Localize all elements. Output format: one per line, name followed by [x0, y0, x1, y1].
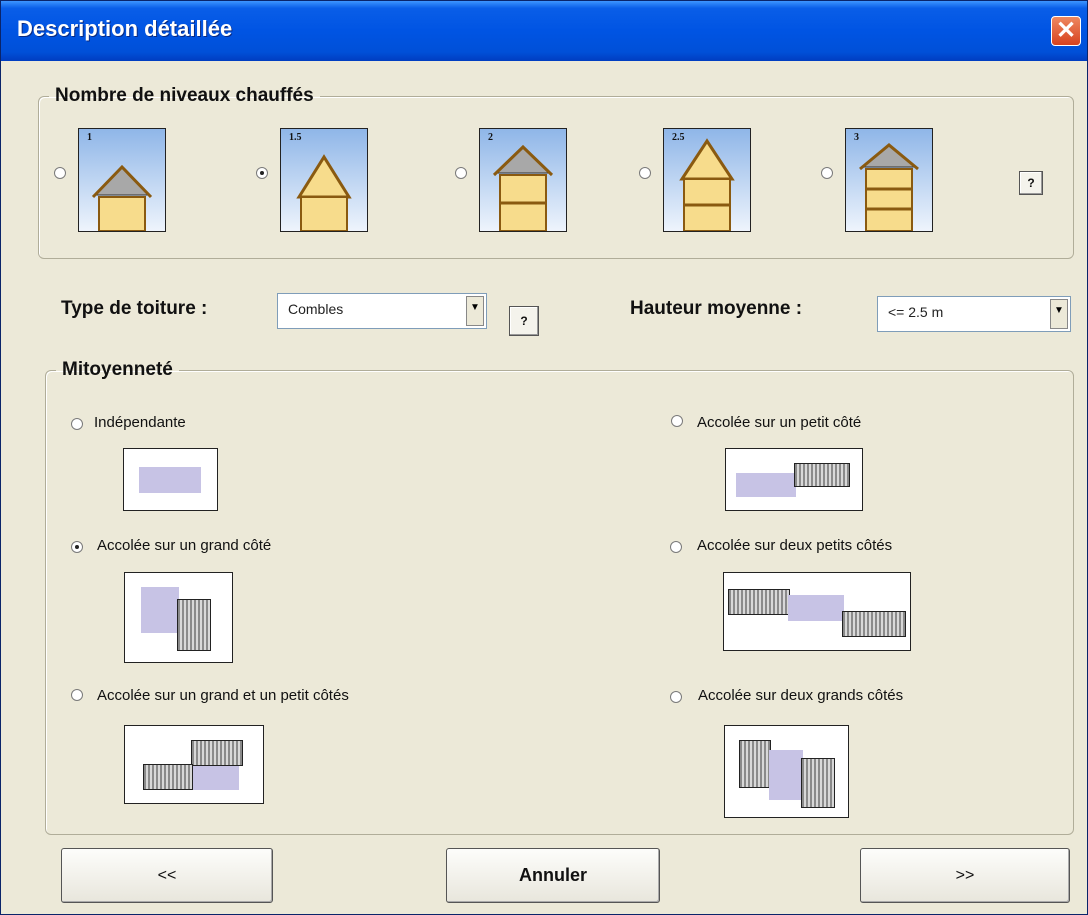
house-2-5-icon — [679, 138, 735, 231]
petit-cote-diagram — [725, 448, 863, 511]
house-1-5-icon — [296, 154, 352, 231]
dialog-window: Description détaillée ✕ Nombre de niveau… — [0, 0, 1088, 915]
deux-grands-cotes-diagram — [724, 725, 849, 818]
level-radio-3[interactable] — [821, 167, 833, 179]
level-radio-1[interactable] — [54, 167, 66, 179]
height-label: Hauteur moyenne : — [630, 298, 803, 319]
levels-legend: Nombre de niveaux chauffés — [55, 85, 314, 106]
level-3-image[interactable]: 3 — [845, 128, 933, 232]
mitoyennete-label-deux-petits[interactable]: Accolée sur deux petits côtés — [697, 537, 892, 554]
mitoyennete-radio-petit-cote[interactable] — [671, 415, 683, 427]
level-1-5-image[interactable]: 1.5 — [280, 128, 368, 232]
mitoyennete-radio-grand-cote[interactable] — [71, 541, 83, 553]
level-1-image[interactable]: 1 — [78, 128, 166, 232]
house-2-icon — [492, 144, 554, 231]
mitoyennete-radio-grand-petit[interactable] — [71, 689, 83, 701]
deux-petits-cotes-diagram — [723, 572, 911, 651]
house-1-icon — [91, 164, 153, 231]
house-3-icon — [859, 143, 919, 231]
mitoyennete-radio-deux-grands[interactable] — [670, 691, 682, 703]
window-title: Description détaillée — [17, 16, 233, 41]
mitoyennete-label-grand-cote[interactable]: Accolée sur un grand côté — [97, 537, 271, 554]
independante-diagram — [123, 448, 218, 511]
mitoyennete-label-grand-petit[interactable]: Accolée sur un grand et un petit côtés — [97, 687, 349, 704]
mitoyennete-label-petit-cote[interactable]: Accolée sur un petit côté — [697, 414, 861, 431]
mitoyennete-legend: Mitoyenneté — [62, 359, 173, 380]
grand-cote-diagram — [124, 572, 233, 663]
close-button[interactable]: ✕ — [1051, 16, 1081, 46]
roof-help-button[interactable]: ? — [509, 306, 539, 336]
level-2-5-image[interactable]: 2.5 — [663, 128, 751, 232]
level-2-image[interactable]: 2 — [479, 128, 567, 232]
roof-type-select[interactable]: Combles ▼ — [277, 293, 487, 329]
levels-help-button[interactable]: ? — [1019, 171, 1043, 195]
mitoyennete-label-deux-grands[interactable]: Accolée sur deux grands côtés — [698, 687, 903, 704]
mitoyennete-radio-deux-petits[interactable] — [670, 541, 682, 553]
next-button[interactable]: >> — [860, 848, 1070, 903]
level-radio-2-5[interactable] — [639, 167, 651, 179]
level-radio-1-5[interactable] — [256, 167, 268, 179]
roof-type-label: Type de toiture : — [61, 298, 208, 319]
title-bar[interactable]: Description détaillée ✕ — [1, 1, 1087, 61]
mitoyennete-label-independante[interactable]: Indépendante — [94, 414, 186, 431]
level-radio-2[interactable] — [455, 167, 467, 179]
chevron-down-icon[interactable]: ▼ — [466, 296, 484, 326]
mitoyennete-radio-independante[interactable] — [71, 418, 83, 430]
height-select[interactable]: <= 2.5 m ▼ — [877, 296, 1071, 332]
roof-type-value: Combles — [288, 301, 344, 317]
close-icon: ✕ — [1055, 17, 1077, 44]
grand-petit-cotes-diagram — [124, 725, 264, 804]
previous-button[interactable]: << — [61, 848, 273, 903]
cancel-button[interactable]: Annuler — [446, 848, 660, 903]
chevron-down-icon[interactable]: ▼ — [1050, 299, 1068, 329]
height-value: <= 2.5 m — [888, 304, 944, 320]
